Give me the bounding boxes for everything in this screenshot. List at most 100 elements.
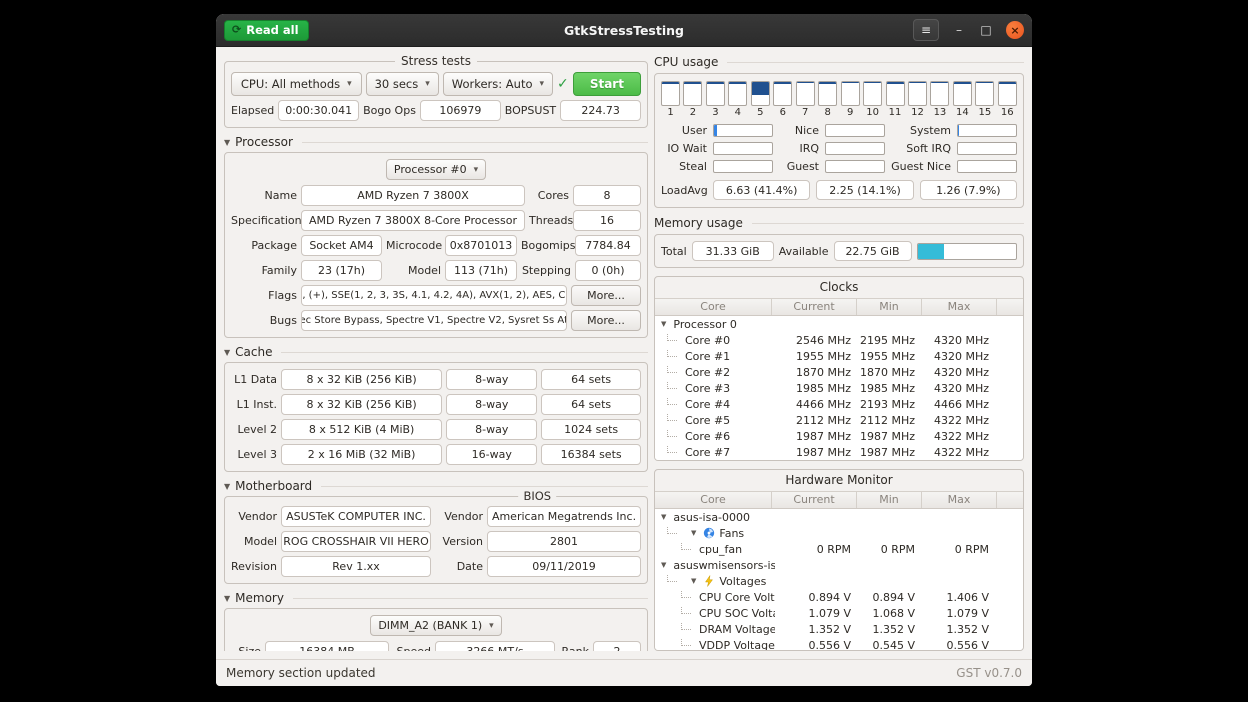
col-min[interactable]: Min bbox=[856, 299, 921, 315]
bugs-more-button[interactable]: More... bbox=[571, 310, 641, 331]
table-row[interactable]: Fans bbox=[655, 525, 1023, 541]
expander-icon[interactable] bbox=[691, 577, 696, 585]
core-usage-bar: 5 bbox=[751, 81, 770, 118]
memory-usage-section: Total 31.33 GiB Available 22.75 GiB bbox=[654, 234, 1024, 268]
bios-vendor-label: Vendor bbox=[441, 510, 483, 523]
stress-tests-section: Stress tests CPU: All methods 30 secs Wo… bbox=[224, 61, 648, 128]
package-value: Socket AM4 bbox=[301, 235, 382, 256]
specification-value: AMD Ryzen 7 3800X 8-Core Processor bbox=[301, 210, 525, 231]
expander-icon[interactable] bbox=[661, 561, 666, 569]
table-row[interactable]: DRAM Voltage1.352 V1.352 V1.352 V bbox=[655, 621, 1023, 637]
table-row[interactable]: VDDP Voltage0.556 V0.545 V0.556 V bbox=[655, 637, 1023, 650]
processor-selector-combo[interactable]: Processor #0 bbox=[386, 159, 486, 180]
stress-method-combo[interactable]: CPU: All methods bbox=[231, 72, 362, 96]
tree-elbow bbox=[681, 591, 691, 599]
col-core[interactable]: Core bbox=[655, 299, 771, 315]
cache-sets: 64 sets bbox=[541, 394, 641, 415]
guest-meter bbox=[825, 160, 885, 173]
col-core[interactable]: Core bbox=[655, 492, 771, 508]
cpu-name-value: AMD Ryzen 7 3800X bbox=[301, 185, 525, 206]
flags-more-button[interactable]: More... bbox=[571, 285, 641, 306]
col-max[interactable]: Max bbox=[921, 492, 996, 508]
mem-size-label: Size bbox=[231, 645, 261, 651]
menu-button[interactable]: ≡ bbox=[913, 19, 939, 41]
table-row[interactable]: Core #21870 MHz1870 MHz4320 MHz bbox=[655, 364, 1023, 380]
bios-vendor-value: American Megatrends Inc. bbox=[487, 506, 641, 527]
tree-elbow bbox=[667, 527, 677, 535]
read-all-button[interactable]: ⟳ Read all bbox=[224, 20, 309, 41]
hamburger-icon: ≡ bbox=[921, 23, 931, 37]
model-value: 113 (71h) bbox=[445, 260, 517, 281]
threads-label: Threads bbox=[529, 214, 569, 227]
core-usage-bar: 14 bbox=[953, 81, 972, 118]
col-max[interactable]: Max bbox=[921, 299, 996, 315]
table-row[interactable]: Core #61987 MHz1987 MHz4322 MHz bbox=[655, 428, 1023, 444]
memory-usage-bar bbox=[917, 243, 1018, 260]
elapsed-value: 0:00:30.041 bbox=[278, 100, 359, 121]
table-row[interactable]: CPU SOC Voltage1.079 V1.068 V1.079 V bbox=[655, 605, 1023, 621]
table-row[interactable]: Core #71987 MHz1987 MHz4322 MHz bbox=[655, 444, 1023, 460]
core-usage-bar: 10 bbox=[863, 81, 882, 118]
table-row[interactable]: Processor 0 bbox=[655, 316, 1023, 332]
processor-expander[interactable]: Processor bbox=[224, 135, 648, 149]
table-row[interactable]: Core #52112 MHz2112 MHz4322 MHz bbox=[655, 412, 1023, 428]
start-button[interactable]: Start bbox=[573, 72, 641, 96]
usage-meters: User Nice System IO Wait IRQ Soft IRQ St… bbox=[661, 124, 1017, 173]
cache-ways: 8-way bbox=[446, 419, 537, 440]
steal-label: Steal bbox=[661, 160, 707, 173]
bugs-label: Bugs bbox=[231, 314, 297, 327]
stress-tests-title: Stress tests bbox=[395, 55, 477, 69]
mem-speed-label: Speed bbox=[393, 645, 431, 651]
window-controls: ≡ – □ × bbox=[913, 19, 1024, 41]
table-row[interactable]: asus-isa-0000 bbox=[655, 509, 1023, 525]
bogo-ops-value: 106979 bbox=[420, 100, 501, 121]
table-row[interactable]: Voltages bbox=[655, 573, 1023, 589]
close-button[interactable]: × bbox=[1006, 21, 1024, 39]
table-row[interactable]: Core #02546 MHz2195 MHz4320 MHz bbox=[655, 332, 1023, 348]
col-current[interactable]: Current bbox=[771, 299, 856, 315]
cache-row-label: Level 3 bbox=[231, 448, 277, 461]
motherboard-expander[interactable]: Motherboard bbox=[224, 479, 648, 493]
expander-icon[interactable] bbox=[661, 320, 666, 328]
microcode-label: Microcode bbox=[386, 239, 441, 252]
col-min[interactable]: Min bbox=[856, 492, 921, 508]
table-row[interactable]: Core #31985 MHz1985 MHz4320 MHz bbox=[655, 380, 1023, 396]
core-usage-bar: 2 bbox=[683, 81, 702, 118]
app-window: ⟳ Read all GtkStressTesting ≡ – □ × Stre… bbox=[216, 14, 1032, 686]
mobo-model-value: ROG CROSSHAIR VII HERO bbox=[281, 531, 431, 552]
col-current[interactable]: Current bbox=[771, 492, 856, 508]
bios-version-value: 2801 bbox=[487, 531, 641, 552]
core-usage-bar: 13 bbox=[930, 81, 949, 118]
stepping-value: 0 (0h) bbox=[575, 260, 641, 281]
voltage-icon bbox=[703, 575, 715, 587]
cache-row-label: L1 Inst. bbox=[231, 398, 277, 411]
table-row[interactable]: CPU Core Voltage0.894 V0.894 V1.406 V bbox=[655, 589, 1023, 605]
cache-row-label: Level 2 bbox=[231, 423, 277, 436]
table-row[interactable]: Core #11955 MHz1955 MHz4320 MHz bbox=[655, 348, 1023, 364]
motherboard-section: BIOS Vendor ASUSTeK COMPUTER INC. Model … bbox=[224, 496, 648, 584]
bopsust-label: BOPSUST bbox=[505, 104, 556, 117]
workers-combo[interactable]: Workers: Auto bbox=[443, 72, 553, 96]
read-all-label: Read all bbox=[246, 23, 298, 37]
table-row[interactable]: Core #44466 MHz2193 MHz4466 MHz bbox=[655, 396, 1023, 412]
tree-elbow bbox=[667, 350, 677, 358]
tree-elbow bbox=[681, 623, 691, 631]
expander-icon[interactable] bbox=[661, 513, 666, 521]
cache-sets: 16384 sets bbox=[541, 444, 641, 465]
flags-value: MMX, (+), SSE(1, 2, 3, 3S, 4.1, 4.2, 4A)… bbox=[301, 285, 567, 306]
window-title: GtkStressTesting bbox=[564, 23, 684, 38]
maximize-button[interactable]: □ bbox=[979, 23, 993, 37]
minimize-button[interactable]: – bbox=[952, 23, 966, 37]
expander-icon[interactable] bbox=[691, 529, 696, 537]
cache-sets: 1024 sets bbox=[541, 419, 641, 440]
duration-combo[interactable]: 30 secs bbox=[366, 72, 439, 96]
table-row[interactable]: cpu_fan0 RPM0 RPM0 RPM bbox=[655, 541, 1023, 557]
table-row[interactable]: asuswmisensors-isa-0000 bbox=[655, 557, 1023, 573]
hwmon-header: Core Current Min Max bbox=[655, 491, 1023, 509]
memory-expander[interactable]: Memory bbox=[224, 591, 648, 605]
cache-expander[interactable]: Cache bbox=[224, 345, 648, 359]
mobo-vendor-value: ASUSTeK COMPUTER INC. bbox=[281, 506, 431, 527]
bopsust-value: 224.73 bbox=[560, 100, 641, 121]
dimm-selector-combo[interactable]: DIMM_A2 (BANK 1) bbox=[370, 615, 501, 636]
stepping-label: Stepping bbox=[521, 264, 571, 277]
